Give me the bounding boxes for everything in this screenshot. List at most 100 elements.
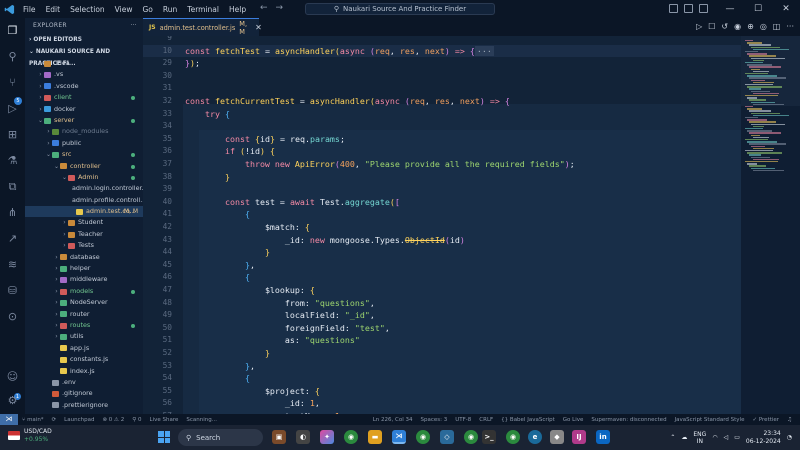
tree-item--env[interactable]: .env: [25, 377, 143, 388]
clock[interactable]: 23:34 06-12-2024: [746, 430, 781, 446]
language-mode[interactable]: {} Babel JavaScript: [497, 417, 559, 423]
menu-item-terminal[interactable]: Terminal: [182, 5, 224, 14]
tree-item--idea[interactable]: › .idea: [25, 58, 143, 69]
account-icon[interactable]: ☺: [6, 370, 19, 383]
cursor-position[interactable]: Ln 226, Col 34: [369, 417, 417, 423]
tree-item-teacher[interactable]: › Teacher: [25, 229, 143, 240]
chrome-taskbar-icon[interactable]: ◉: [344, 430, 358, 444]
code-line[interactable]: 47 $lookup: {: [143, 284, 741, 297]
code-line[interactable]: 50 foreignField: "test",: [143, 322, 741, 335]
taskbar-app-4-icon[interactable]: ◆: [550, 430, 564, 444]
tab-admin-test-controller[interactable]: JS admin.test.controller.js M, M ✕: [143, 18, 262, 36]
open-editors-section[interactable]: › OPEN EDITORS: [25, 34, 143, 46]
code-line[interactable]: 43 _id: new mongoose.Types.ObjectId(id): [143, 234, 741, 247]
tree-item-src[interactable]: ⌄ src: [25, 149, 143, 160]
run-debug-icon[interactable]: ▷: [6, 102, 19, 115]
source-control-icon[interactable]: ⑂: [6, 76, 19, 89]
menu-item-edit[interactable]: Edit: [41, 5, 66, 14]
code-line[interactable]: 39: [143, 183, 741, 196]
menu-item-go[interactable]: Go: [137, 5, 157, 14]
tree-item-models[interactable]: › models: [25, 286, 143, 297]
code-line[interactable]: 52 }: [143, 347, 741, 360]
menu-item-file[interactable]: File: [18, 5, 41, 14]
intellij-taskbar-icon[interactable]: IJ: [572, 430, 586, 444]
tree-item-router[interactable]: › router: [25, 309, 143, 320]
database-icon[interactable]: ⛁: [6, 284, 19, 297]
terminal-taskbar-icon[interactable]: >_: [482, 430, 496, 444]
project-section[interactable]: ⌄ NAUKARI SOURCE AND PRACTICE FI...: [25, 46, 143, 67]
battery-icon[interactable]: ▭: [734, 434, 740, 441]
indentation[interactable]: Spaces: 3: [417, 417, 452, 423]
go-live-icon[interactable]: ◎: [760, 22, 767, 31]
remote-indicator-icon[interactable]: ⋊: [0, 414, 18, 425]
code-line[interactable]: 36 if (!id) {: [143, 145, 741, 158]
live-share-status[interactable]: Live Share: [146, 417, 183, 423]
windows-start-icon[interactable]: [158, 431, 170, 443]
chrome-profile-3-icon[interactable]: ◉: [464, 430, 478, 444]
linkedin-taskbar-icon[interactable]: in: [596, 430, 610, 444]
maximize-icon[interactable]: ☐: [744, 0, 772, 18]
tree-item-utils[interactable]: › utils: [25, 331, 143, 342]
taskbar-search[interactable]: ⚲ Search: [178, 429, 263, 446]
wifi-icon[interactable]: ◠: [712, 434, 717, 441]
tree-item-app-js[interactable]: app.js: [25, 343, 143, 354]
tree-item-index-js[interactable]: index.js: [25, 366, 143, 377]
copilot-taskbar-icon[interactable]: ✦: [320, 430, 334, 444]
open-changes-icon[interactable]: ↺: [721, 22, 728, 31]
code-line[interactable]: 54 {: [143, 372, 741, 385]
sync-icon[interactable]: ⟳: [48, 417, 61, 423]
code-line[interactable]: 42 $match: {: [143, 221, 741, 234]
toggle-secondary-sidebar-icon[interactable]: [699, 4, 708, 13]
vscode-taskbar-icon[interactable]: ⋊: [392, 430, 406, 444]
tree-item-admin-test-co-[interactable]: admin.test.co... M, M: [25, 206, 143, 218]
tree-item-admin-profile-controll-[interactable]: admin.profile.controll...: [25, 195, 143, 206]
tree-item-routes[interactable]: › routes: [25, 320, 143, 331]
code-line[interactable]: 33 try {: [143, 108, 741, 121]
git-graph-icon[interactable]: ⋔: [6, 206, 19, 219]
code-line[interactable]: 35 const {id} = req.params;: [143, 133, 741, 146]
tree-item-public[interactable]: › public: [25, 138, 143, 149]
copilot-icon[interactable]: ☐: [708, 22, 715, 31]
tree-item-admin-login-controller-js[interactable]: admin.login.controller.js: [25, 183, 143, 194]
problems-count[interactable]: ⊗ 0 ⚠ 2: [98, 417, 128, 423]
minimize-icon[interactable]: —: [716, 0, 744, 18]
launchpad[interactable]: Launchpad: [60, 417, 98, 423]
edge-taskbar-icon[interactable]: e: [528, 430, 542, 444]
code-line[interactable]: 37 throw new ApiError(400, "Please provi…: [143, 158, 741, 171]
end-of-line[interactable]: CRLF: [475, 417, 497, 423]
command-center-search[interactable]: ⚲ Naukari Source And Practice Finder: [305, 3, 495, 15]
tree-item-node-modules[interactable]: › node_modules: [25, 126, 143, 137]
editor-more-icon[interactable]: ···: [786, 22, 794, 31]
menu-item-view[interactable]: View: [110, 5, 138, 14]
volume-icon[interactable]: ◁: [724, 434, 729, 441]
code-line[interactable]: 56 _id: 1,: [143, 397, 741, 410]
file-explorer-icon[interactable]: ▬: [368, 430, 382, 444]
encoding[interactable]: UTF-8: [451, 417, 475, 423]
notification-center-icon[interactable]: ◔: [787, 434, 792, 441]
chrome-profile-2-icon[interactable]: ◉: [416, 430, 430, 444]
tree-item-middleware[interactable]: › middleware: [25, 274, 143, 285]
cloud-icon[interactable]: ☁: [681, 434, 687, 441]
tree-item--vs[interactable]: › .vs: [25, 69, 143, 80]
tree-item-nodeserver[interactable]: › NodeServer: [25, 297, 143, 308]
run-icon[interactable]: ▷: [696, 22, 702, 31]
code-line[interactable]: 9: [143, 36, 741, 45]
taskbar-app-1-icon[interactable]: ▣: [272, 430, 286, 444]
code-line[interactable]: 30: [143, 70, 741, 83]
code-line[interactable]: 34: [143, 120, 741, 133]
chrome-profile-4-icon[interactable]: ◉: [506, 430, 520, 444]
code-line[interactable]: 51 as: "questions": [143, 334, 741, 347]
manage-gear-icon[interactable]: ⚙: [6, 394, 19, 407]
taskbar-app-3-icon[interactable]: ◇: [440, 430, 454, 444]
debug-run-icon[interactable]: ◉: [734, 22, 741, 31]
more-actions-icon[interactable]: ···: [130, 18, 137, 34]
menu-item-help[interactable]: Help: [224, 5, 251, 14]
stock-widget[interactable]: USD/CAD +0.95%: [8, 428, 52, 443]
supermaven-status[interactable]: Supermaven: disconnected: [587, 417, 670, 423]
git-branch[interactable]: ⑂ main*: [18, 417, 48, 423]
code-line[interactable]: 31: [143, 82, 741, 95]
input-language[interactable]: ENG IN: [693, 431, 706, 445]
tree-item--prettierignore[interactable]: .prettierignore: [25, 400, 143, 411]
tree-item-constants-js[interactable]: constants.js: [25, 354, 143, 365]
code-line[interactable]: 53 },: [143, 360, 741, 373]
